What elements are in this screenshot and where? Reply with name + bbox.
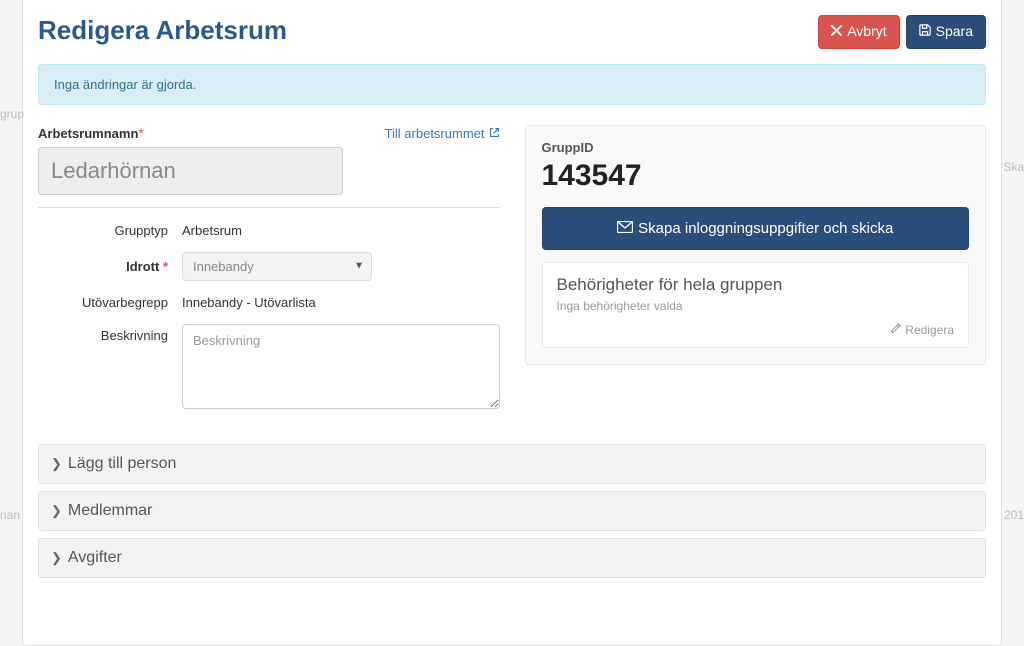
permissions-edit-text: Redigera [905, 323, 954, 337]
gruppid-value: 143547 [542, 159, 970, 193]
permissions-title: Behörigheter för hela gruppen [557, 275, 955, 295]
utovar-row: Utövarbegrepp Innebandy - Utövarlista [38, 295, 500, 310]
cancel-button[interactable]: Avbryt [818, 15, 899, 49]
permissions-card: Behörigheter för hela gruppen Inga behör… [542, 262, 970, 348]
idrott-label: Idrott [126, 259, 159, 274]
right-column: GruppID 143547 Skapa inloggningsuppgifte… [525, 125, 987, 426]
utovar-label: Utövarbegrepp [38, 295, 168, 310]
idrott-value-wrapper: Innebandy ▼ [182, 252, 500, 281]
permissions-edit-link[interactable]: Redigera [890, 323, 954, 337]
idrott-select-wrap: Innebandy ▼ [182, 252, 372, 281]
idrott-select[interactable]: Innebandy [182, 252, 372, 281]
background-hint: Ska [1003, 160, 1024, 174]
grupptyp-row: Grupptyp Arbetsrum [38, 223, 500, 238]
gruppid-label: GruppID [542, 140, 970, 155]
cancel-label: Avbryt [847, 22, 886, 42]
accordion: ❯ Lägg till person ❯ Medlemmar ❯ Avgifte… [38, 444, 986, 578]
external-link-icon [489, 126, 500, 141]
to-room-link-text: Till arbetsrummet [385, 126, 485, 141]
accordion-members-label: Medlemmar [68, 502, 152, 520]
columns: Arbetsrumnamn* Till arbetsrummet Gruppty… [38, 125, 986, 426]
beskrivning-value-wrapper [182, 324, 500, 412]
info-alert: Inga ändringar är gjorda. [38, 64, 986, 105]
name-field-header: Arbetsrumnamn* Till arbetsrummet [38, 125, 500, 141]
header-buttons: Avbryt Spara [818, 15, 986, 49]
accordion-add-person-label: Lägg till person [68, 455, 177, 473]
accordion-fees-label: Avgifter [68, 549, 122, 567]
save-label: Spara [936, 22, 973, 42]
background-hint: nan [0, 508, 20, 522]
save-icon [919, 22, 931, 42]
divider [38, 207, 500, 208]
accordion-members[interactable]: ❯ Medlemmar [38, 491, 986, 531]
beskrivning-label: Beskrivning [38, 324, 168, 343]
alert-message: Inga ändringar är gjorda. [54, 77, 196, 92]
grupptyp-label: Grupptyp [38, 223, 168, 238]
background-hint: 201 [1004, 508, 1024, 522]
grupptyp-value: Arbetsrum [182, 223, 500, 238]
utovar-value: Innebandy - Utövarlista [182, 295, 500, 310]
name-label: Arbetsrumnamn [38, 126, 138, 141]
required-asterisk: * [163, 259, 168, 274]
create-login-label: Skapa inloggningsuppgifter och skicka [638, 218, 893, 239]
page-title: Redigera Arbetsrum [38, 15, 287, 46]
idrott-row: Idrott * Innebandy ▼ [38, 252, 500, 281]
chevron-right-icon: ❯ [51, 457, 62, 470]
chevron-right-icon: ❯ [51, 504, 62, 517]
header-row: Redigera Arbetsrum Avbryt Spara [38, 15, 986, 49]
accordion-fees[interactable]: ❯ Avgifter [38, 538, 986, 578]
page-container: Redigera Arbetsrum Avbryt Spara Inga änd… [22, 0, 1002, 646]
edit-icon [890, 323, 901, 337]
accordion-add-person[interactable]: ❯ Lägg till person [38, 444, 986, 484]
envelope-icon [617, 218, 633, 239]
permissions-subtitle: Inga behörigheter valda [557, 299, 955, 313]
room-name-input[interactable] [38, 147, 343, 195]
right-panel: GruppID 143547 Skapa inloggningsuppgifte… [525, 125, 987, 365]
to-room-link[interactable]: Till arbetsrummet [385, 126, 500, 141]
name-label-wrapper: Arbetsrumnamn* [38, 125, 144, 141]
idrott-label-wrapper: Idrott * [38, 259, 168, 274]
required-asterisk: * [138, 125, 143, 141]
save-button[interactable]: Spara [906, 15, 986, 49]
beskrivning-textarea[interactable] [182, 324, 500, 409]
close-icon [831, 22, 842, 42]
left-column: Arbetsrumnamn* Till arbetsrummet Gruppty… [38, 125, 500, 426]
create-login-button[interactable]: Skapa inloggningsuppgifter och skicka [542, 207, 970, 250]
background-hint: grup [0, 107, 24, 121]
chevron-right-icon: ❯ [51, 551, 62, 564]
permissions-edit-wrapper: Redigera [557, 321, 955, 337]
beskrivning-row: Beskrivning [38, 324, 500, 412]
